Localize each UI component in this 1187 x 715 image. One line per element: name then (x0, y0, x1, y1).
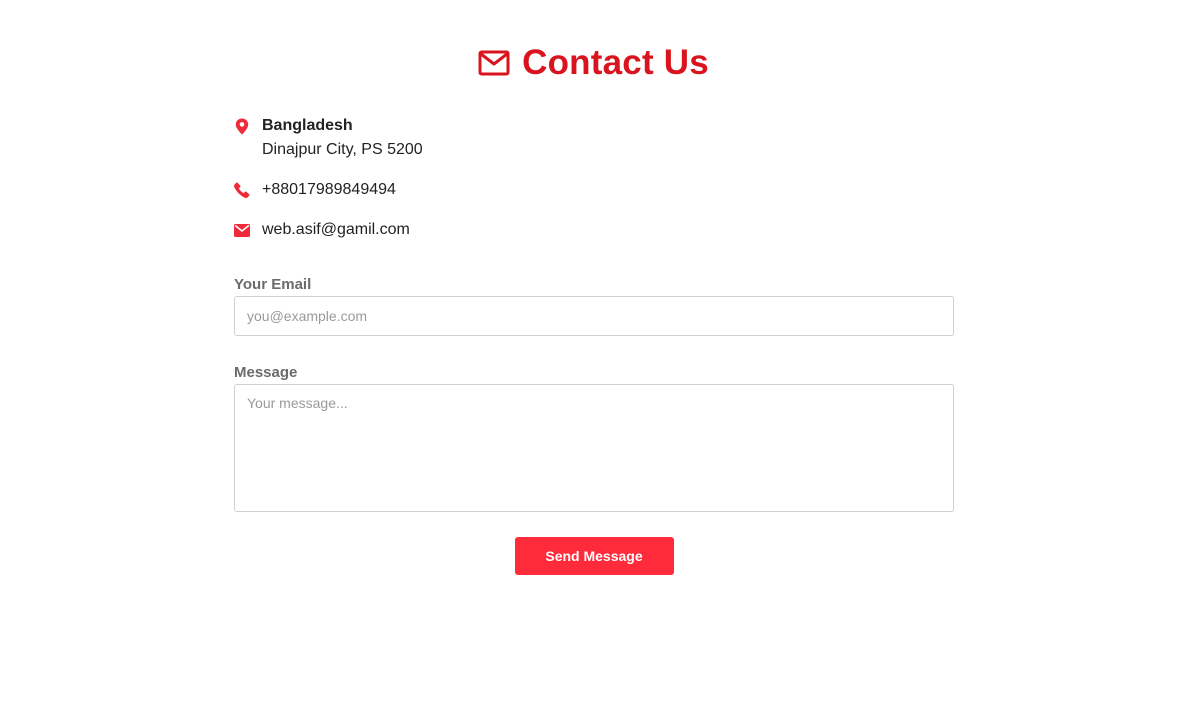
page-title: Contact Us (522, 43, 709, 82)
submit-row: Send Message (234, 537, 954, 575)
location-address: Dinajpur City, PS 5200 (262, 141, 423, 158)
contact-location: Bangladesh Dinajpur City, PS 5200 (234, 114, 954, 162)
send-message-button[interactable]: Send Message (514, 537, 674, 575)
email-address: web.asif@gamil.com (262, 221, 410, 238)
email-label: Your Email (234, 276, 312, 293)
location-country: Bangladesh (262, 117, 353, 134)
contact-info: Bangladesh Dinajpur City, PS 5200 +88017… (234, 114, 954, 258)
contact-page: Contact Us Bangladesh Dinajpur City, PS … (0, 0, 1187, 715)
page-header: Contact Us (0, 40, 1187, 86)
envelope-icon (234, 222, 250, 238)
phone-icon (234, 182, 250, 198)
contact-form: Your Email Message Send Message (234, 274, 954, 575)
contact-phone: +88017989849494 (234, 178, 954, 202)
phone-number: +88017989849494 (262, 181, 396, 198)
message-textarea[interactable] (234, 384, 954, 512)
email-field[interactable] (234, 296, 954, 336)
envelope-outline-icon (478, 50, 510, 76)
contact-email: web.asif@gamil.com (234, 218, 954, 242)
map-pin-icon (234, 118, 250, 134)
message-label: Message (234, 364, 298, 381)
